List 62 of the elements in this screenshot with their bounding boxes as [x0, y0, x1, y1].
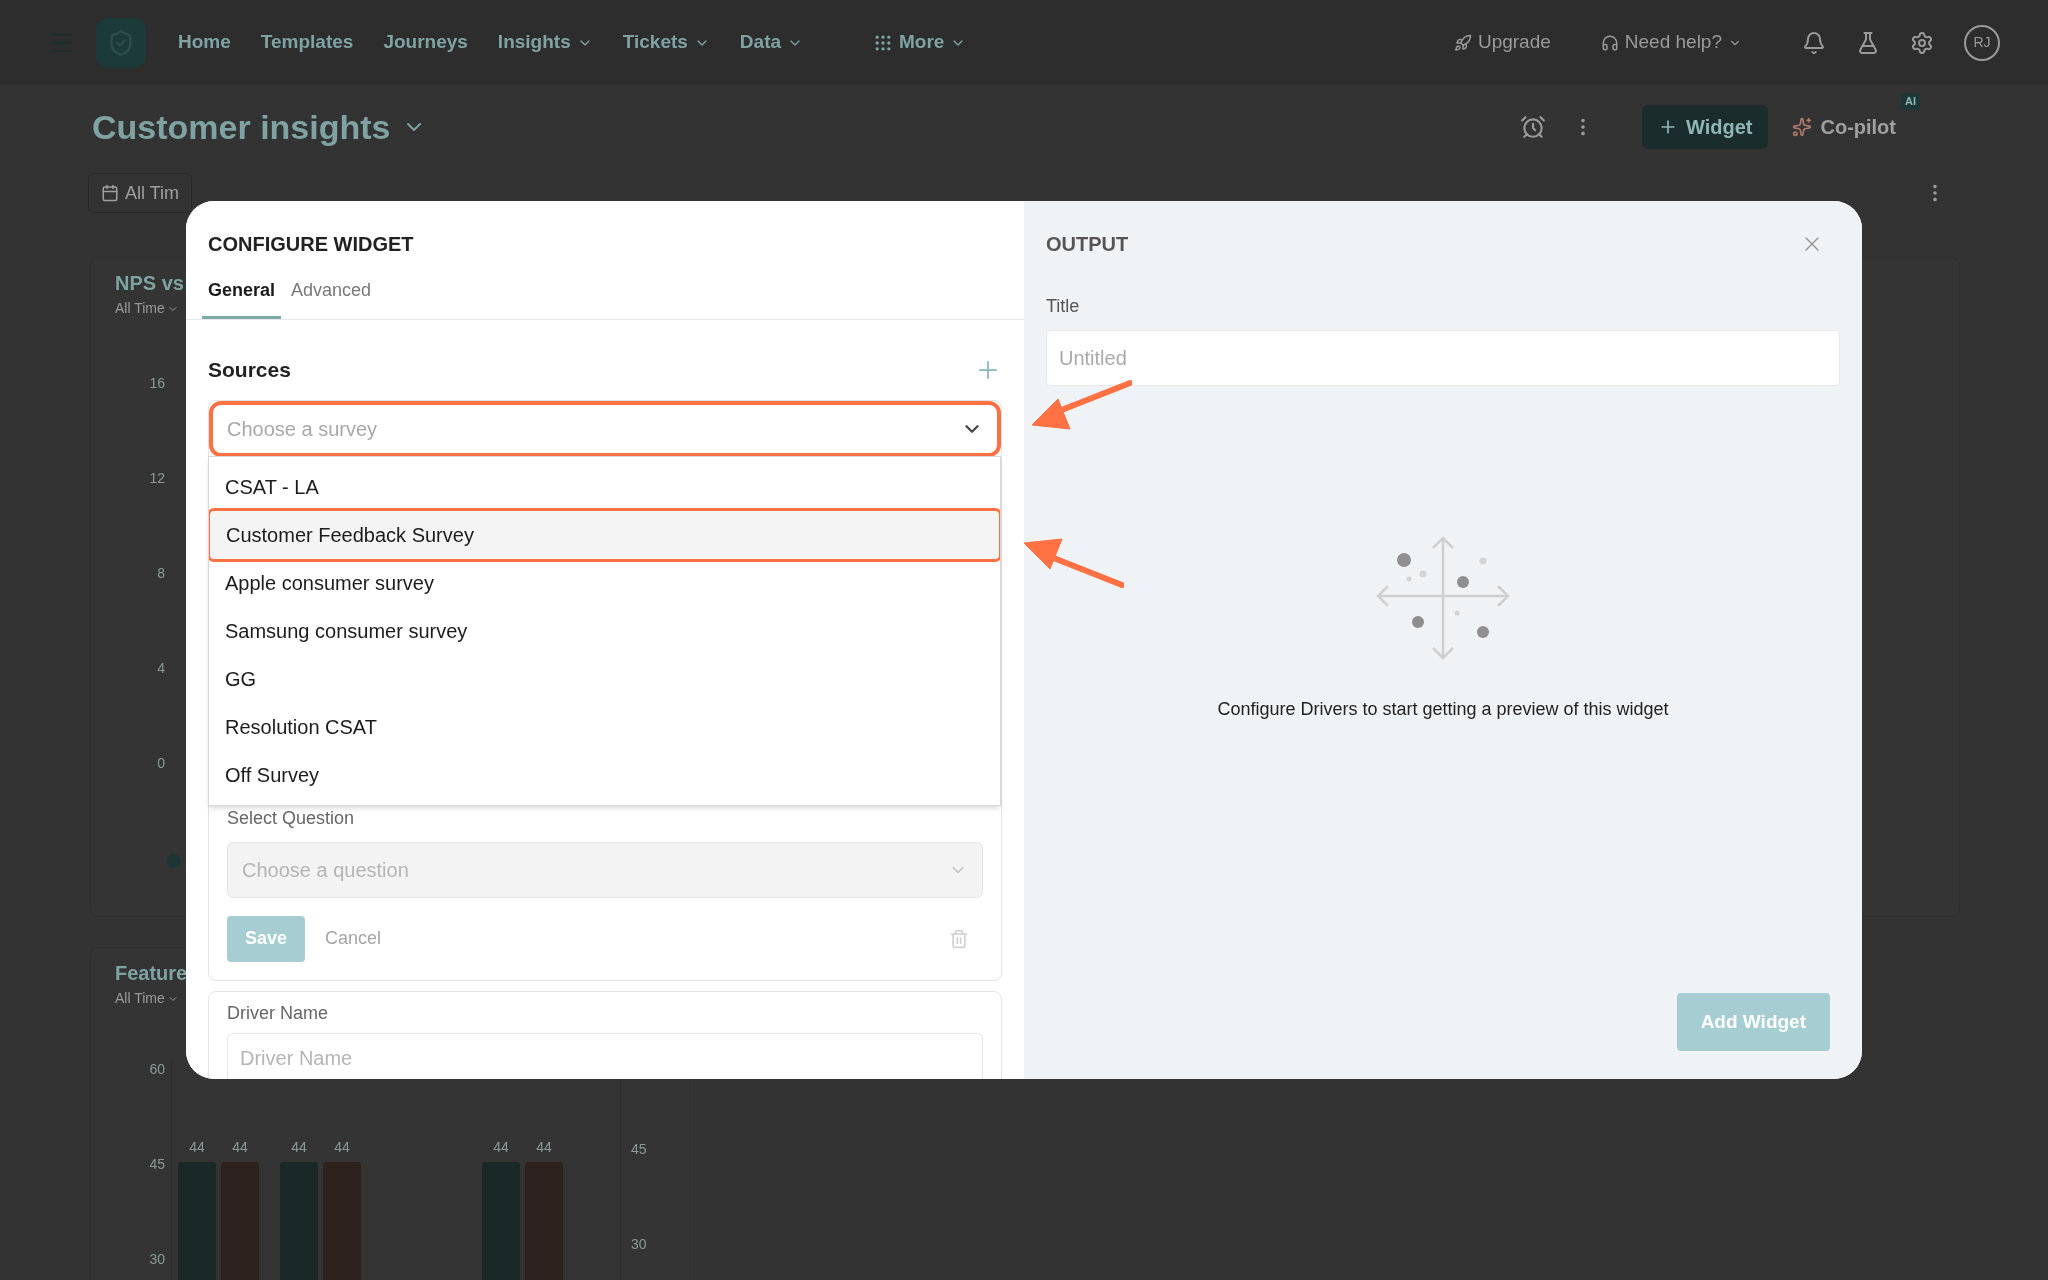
bar-value-label: 44	[189, 1138, 205, 1157]
nav-item[interactable]: Tickets	[622, 28, 710, 57]
sparkle-icon	[1792, 117, 1813, 137]
field-label: Driver Name	[226, 1001, 329, 1025]
survey-option[interactable]: Samsung consumer survey	[209, 607, 1000, 655]
driver-name-field[interactable]: Driver Name	[227, 1032, 983, 1079]
empty-state-message: Configure Drivers to start getting a preview of this widget	[1217, 698, 1669, 721]
time-filter[interactable]: All Time	[115, 988, 179, 1009]
survey-option[interactable]: Customer Feedback Survey	[210, 511, 999, 559]
card-title: Feature	[115, 961, 188, 986]
tab[interactable]: Advanced	[285, 277, 378, 319]
survey-option[interactable]: Apple consumer survey	[209, 559, 1000, 607]
nav-item[interactable]: Home	[178, 28, 231, 57]
card-title: NPS vs	[115, 271, 184, 296]
calendar-icon	[101, 184, 119, 202]
scatter-plot-icon	[1376, 536, 1510, 660]
dialog-title: CONFIGURE WIDGET	[207, 232, 415, 257]
section-label: Sources	[208, 357, 291, 383]
page-title: Customer insights	[92, 106, 391, 148]
axis-tick: 45	[631, 1140, 647, 1159]
headset-icon	[1600, 33, 1619, 52]
nav-item[interactable]: Journeys	[383, 28, 468, 57]
axis-tick: 30	[149, 1250, 165, 1269]
survey-option[interactable]: GG	[209, 655, 1000, 703]
nav-item[interactable]: Insights	[497, 28, 593, 57]
field-label: Title	[1046, 295, 1081, 318]
settings-icon[interactable]	[1910, 30, 1934, 55]
field-label: Select Question	[226, 806, 356, 830]
bar-value-label: 44	[536, 1138, 552, 1157]
survey-option[interactable]: Resolution CSAT	[209, 703, 1000, 751]
axis-tick: 12	[149, 469, 165, 488]
axis-tick: 30	[631, 1235, 647, 1254]
nav-item[interactable]: More	[873, 28, 967, 57]
axis-tick: 45	[149, 1155, 165, 1174]
bar-value-label: 44	[232, 1138, 248, 1157]
survey-option[interactable]: CSAT - LA	[209, 463, 1000, 511]
axis-tick: 4	[157, 659, 165, 678]
axis-tick: 60	[149, 1060, 165, 1079]
help-menu[interactable]: Need help?	[1600, 28, 1742, 57]
nav-item[interactable]: Data	[739, 28, 804, 57]
tab[interactable]: General	[202, 277, 282, 319]
rocket-icon	[1453, 33, 1472, 52]
bar-value-label: 44	[334, 1138, 350, 1157]
date-filter[interactable]: All Tim	[88, 173, 192, 213]
survey-option[interactable]: Off Survey	[209, 751, 1000, 799]
ai-badge: AI	[1901, 93, 1920, 110]
alarm-icon[interactable]	[1520, 114, 1546, 140]
axis-tick: 8	[157, 564, 165, 583]
flask-icon[interactable]	[1856, 30, 1880, 55]
user-avatar[interactable]: RJ	[1964, 24, 2000, 61]
axis-tick: 0	[157, 754, 165, 773]
output-title: OUTPUT	[1046, 232, 1129, 257]
bar-value-label: 44	[291, 1138, 307, 1157]
nav-item[interactable]: Templates	[260, 28, 354, 57]
time-filter[interactable]: All Time	[115, 298, 179, 319]
add-widget-button[interactable]: Widget	[1642, 105, 1769, 149]
title-field[interactable]: Untitled	[1046, 330, 1840, 386]
axis-tick: 16	[149, 374, 165, 393]
cancel-button[interactable]: Cancel	[325, 925, 382, 952]
notification-icon[interactable]	[1802, 30, 1826, 55]
upgrade-link[interactable]: Upgrade	[1453, 28, 1551, 57]
bar-value-label: 44	[493, 1138, 509, 1157]
